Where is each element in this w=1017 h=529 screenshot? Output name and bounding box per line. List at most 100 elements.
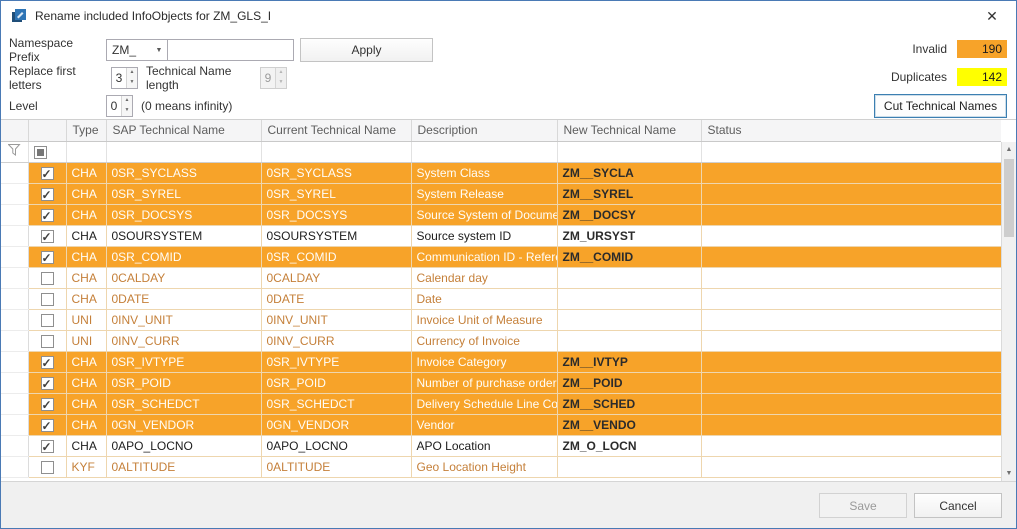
vertical-scrollbar[interactable]: ▲ ▼ [1001,142,1016,481]
cell-status [701,330,1001,351]
column-header-description[interactable]: Description [411,120,557,141]
row-checkbox[interactable] [41,230,54,243]
cell-current-technical-name: 0ALTITUDE [261,456,411,477]
invalid-label: Invalid [912,42,947,56]
row-checkbox[interactable] [41,209,54,222]
table-row[interactable]: CHA 0DATE 0DATE Date [1,288,1001,309]
row-checkbox[interactable] [41,461,54,474]
row-checkbox[interactable] [41,293,54,306]
row-indicator [1,393,28,414]
cell-current-technical-name: 0INV_UNIT [261,309,411,330]
cell-type: KYF [66,456,106,477]
cell-type: CHA [66,288,106,309]
row-indicator [1,351,28,372]
cell-type: CHA [66,225,106,246]
column-header-current-technical-name[interactable]: Current Technical Name [261,120,411,141]
table-row[interactable]: CHA 0SOURSYSTEM 0SOURSYSTEM Source syste… [1,225,1001,246]
row-indicator [1,288,28,309]
close-icon[interactable]: ✕ [978,5,1006,27]
cell-status [701,288,1001,309]
cell-description: System Release [411,183,557,204]
row-select-cell[interactable] [28,288,66,309]
row-select-cell[interactable] [28,456,66,477]
table-row[interactable]: CHA 0APO_LOCNO 0APO_LOCNO APO Location Z… [1,435,1001,456]
table-row[interactable]: CHA 0SR_IVTYPE 0SR_IVTYPE Invoice Catego… [1,351,1001,372]
row-checkbox[interactable] [41,419,54,432]
chevron-down-icon: ▼ [151,47,167,54]
replace-first-letters-stepper[interactable]: ▲ ▼ [111,67,138,89]
cancel-button[interactable]: Cancel [914,493,1002,518]
row-checkbox[interactable] [41,440,54,453]
column-header-status[interactable]: Status [701,120,1001,141]
scrollbar-thumb[interactable] [1004,159,1014,237]
spin-down-icon[interactable]: ▼ [127,78,137,88]
filter-cell-description[interactable] [411,141,557,162]
filter-cell-new-name[interactable] [557,141,701,162]
row-checkbox[interactable] [41,167,54,180]
scroll-down-icon[interactable]: ▼ [1002,466,1016,481]
column-header-type[interactable]: Type [66,120,106,141]
table-row[interactable]: UNI 0INV_UNIT 0INV_UNIT Invoice Unit of … [1,309,1001,330]
spin-up-icon[interactable]: ▲ [122,96,132,106]
cell-description: Delivery Schedule Line Cou... [411,393,557,414]
filter-cell-type[interactable] [66,141,106,162]
row-checkbox[interactable] [41,335,54,348]
scroll-up-icon[interactable]: ▲ [1002,142,1016,157]
row-select-cell[interactable] [28,393,66,414]
row-indicator [1,204,28,225]
column-header-sap-technical-name[interactable]: SAP Technical Name [106,120,261,141]
table-row[interactable]: CHA 0CALDAY 0CALDAY Calendar day [1,267,1001,288]
apply-button[interactable]: Apply [300,38,433,62]
row-select-cell[interactable] [28,204,66,225]
table-row[interactable]: CHA 0SR_SYCLASS 0SR_SYCLASS System Class… [1,162,1001,183]
checked-filter-checkbox[interactable] [34,146,47,159]
table-row[interactable]: CHA 0GN_VENDOR 0GN_VENDOR Vendor ZM__VEN… [1,414,1001,435]
table-row[interactable]: UNI 0INV_CURR 0INV_CURR Currency of Invo… [1,330,1001,351]
row-select-cell[interactable] [28,183,66,204]
checked-filter-cell[interactable] [28,141,66,162]
namespace-suffix-input[interactable] [168,39,294,61]
filter-row [1,141,1001,162]
row-select-cell[interactable] [28,414,66,435]
row-select-cell[interactable] [28,435,66,456]
row-checkbox[interactable] [41,377,54,390]
row-select-cell[interactable] [28,162,66,183]
row-checkbox[interactable] [41,188,54,201]
row-indicator [1,330,28,351]
column-header-new-technical-name[interactable]: New Technical Name [557,120,701,141]
level-stepper[interactable]: ▲ ▼ [106,95,133,117]
row-checkbox[interactable] [41,356,54,369]
row-select-cell[interactable] [28,372,66,393]
table-row[interactable]: CHA 0SR_SCHEDCT 0SR_SCHEDCT Delivery Sch… [1,393,1001,414]
row-select-cell[interactable] [28,309,66,330]
table-row[interactable]: CHA 0SR_DOCSYS 0SR_DOCSYS Source System … [1,204,1001,225]
row-select-cell[interactable] [28,267,66,288]
filter-cell-current-name[interactable] [261,141,411,162]
table-row[interactable]: CHA 0SR_POID 0SR_POID Number of purchase… [1,372,1001,393]
cut-technical-names-button[interactable]: Cut Technical Names [874,94,1007,118]
row-select-cell[interactable] [28,246,66,267]
spin-down-icon[interactable]: ▼ [122,106,132,116]
cell-status [701,162,1001,183]
cell-current-technical-name: 0GN_VENDOR [261,414,411,435]
table-row[interactable]: CHA 0SR_SYREL 0SR_SYREL System Release Z… [1,183,1001,204]
row-select-cell[interactable] [28,330,66,351]
cell-description: Date [411,288,557,309]
spin-up-icon[interactable]: ▲ [127,68,137,78]
save-button[interactable]: Save [819,493,907,518]
row-checkbox[interactable] [41,251,54,264]
row-checkbox[interactable] [41,314,54,327]
table-row[interactable]: KYF 0ALTITUDE 0ALTITUDE Geo Location Hei… [1,456,1001,477]
row-checkbox[interactable] [41,398,54,411]
table-row[interactable]: CHA 0SR_COMID 0SR_COMID Communication ID… [1,246,1001,267]
namespace-prefix-select[interactable]: ZM_ ▼ [106,39,168,61]
filter-cell-sap-name[interactable] [106,141,261,162]
select-all-header[interactable] [28,120,66,141]
cell-description: Currency of Invoice [411,330,557,351]
cell-sap-technical-name: 0SR_IVTYPE [106,351,261,372]
filter-cell-status[interactable] [701,141,1001,162]
row-select-cell[interactable] [28,225,66,246]
cell-status [701,414,1001,435]
row-checkbox[interactable] [41,272,54,285]
row-select-cell[interactable] [28,351,66,372]
